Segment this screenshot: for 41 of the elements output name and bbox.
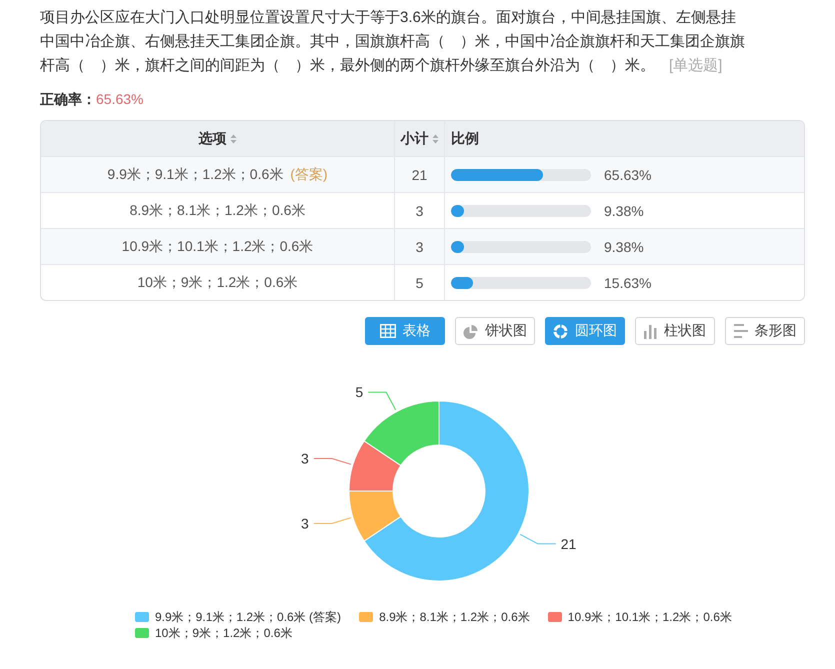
donut-chart-icon: [553, 324, 568, 338]
option-text: 10.9米；10.1米；1.2米；0.6米: [122, 238, 314, 256]
answer-tag: (答案): [290, 166, 328, 184]
column-header[interactable]: 选项: [198, 130, 226, 148]
percent-text: 15.63%: [604, 274, 652, 290]
leader-line: [313, 458, 352, 465]
bar-chart-icon: [644, 324, 657, 338]
data-label: 3: [301, 450, 309, 466]
pie-chart-icon: [463, 324, 478, 338]
count-text: 3: [416, 238, 424, 254]
column-header[interactable]: 小计: [400, 130, 428, 148]
leader-line: [520, 534, 556, 544]
option-text: 8.9米；8.1米；1.2米；0.6米: [130, 202, 306, 220]
percent-text: 65.63%: [604, 166, 652, 182]
leader-line: [313, 517, 352, 524]
option-text: 10米；9米；1.2米；0.6米: [137, 274, 298, 292]
sort-icon[interactable]: [230, 134, 236, 144]
count-text: 3: [416, 202, 424, 218]
legend-label: 10.9米；10.1米；1.2米；0.6米: [568, 608, 732, 626]
data-label: 3: [301, 516, 309, 532]
horizontal-bars-icon: [734, 324, 748, 338]
accuracy-label: 正确率：: [40, 91, 96, 107]
grid-icon: [380, 324, 396, 338]
horizontal-bar-chart-button[interactable]: 条形图: [725, 317, 805, 345]
legend-label: 8.9米；8.1米；1.2米；0.6米: [379, 608, 530, 626]
legend-label: 9.9米；9.1米；1.2米；0.6米 (答案): [155, 608, 342, 626]
column-header: 比例: [451, 130, 479, 148]
pie-chart-button[interactable]: 饼状图: [455, 317, 535, 345]
percent-text: 9.38%: [604, 238, 644, 254]
count-text: 21: [412, 166, 428, 182]
question-text: 项目办公区应在大门入口处明显位置设置尺寸大于等于3.6米的旗台。面对旗台，中间悬挂国旗、左侧悬挂中国中冶企旗、右侧悬挂天工集团企旗。其中，国旗旗杆高（ ）米，中国中冶企旗旗杆和天工集团企旗旗杆高（ ）米，旗杆之间的间距为（ ）米，最外侧的两个旗杆外缘至旗台外沿为（ ）米。 [单选题]: [40, 8, 746, 76]
leader-line: [368, 392, 396, 410]
percent-text: 9.38%: [604, 202, 644, 218]
data-label: 21: [560, 536, 576, 552]
accuracy-value: 65.63%: [96, 91, 144, 107]
legend-label: 10米；9米；1.2米；0.6米: [155, 624, 292, 642]
sort-icon[interactable]: [432, 134, 438, 144]
data-label: 5: [355, 384, 364, 400]
option-text: 9.9米；9.1米；1.2米；0.6米: [107, 166, 284, 184]
count-text: 5: [416, 274, 424, 290]
bar-chart-button[interactable]: 柱状图: [635, 317, 715, 345]
